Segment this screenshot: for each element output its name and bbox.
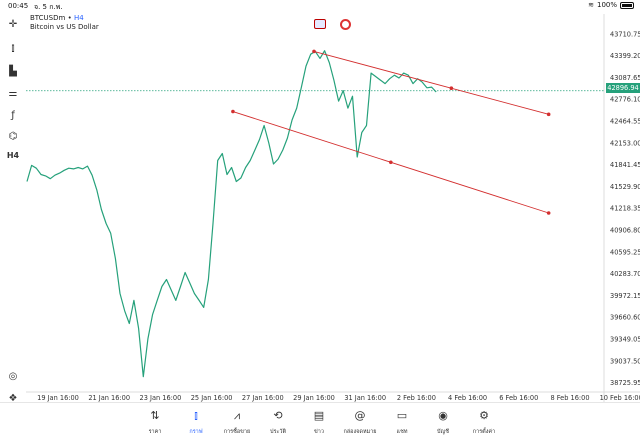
nav-mailbox[interactable]: @ กล่องจดหมาย: [338, 407, 382, 436]
trend-line-anchor: [231, 109, 235, 114]
time-tick-label: 23 Jan 16:00: [140, 394, 182, 402]
price-tick-label: 40906.80: [610, 227, 640, 235]
nav-chat[interactable]: ▭ แชท: [380, 407, 424, 436]
nav-label: ประวัติ: [269, 429, 287, 435]
price-tick-label: 43087.65: [610, 74, 640, 82]
chat-icon: ▭: [396, 409, 408, 422]
nav-label: แชท: [396, 429, 408, 435]
price-tick-label: 39037.50: [610, 357, 640, 365]
price-tick-label: 41218.35: [610, 205, 640, 213]
nav-trade[interactable]: ⩘ การซื้อขาย: [215, 407, 259, 436]
time-tick-label: 10 Feb 16:00: [600, 394, 640, 402]
trend-line-anchor: [546, 211, 551, 215]
nav-label: ราคา: [148, 429, 162, 435]
price-tick-label: 41529.90: [610, 183, 640, 191]
chart-icon: ⫾: [194, 409, 198, 422]
trend-line-anchor: [449, 86, 454, 91]
mailbox-icon: @: [354, 409, 366, 422]
settings-icon: ⚙: [479, 409, 489, 422]
time-tick-label: 6 Feb 16:00: [499, 394, 538, 402]
price-tick-label: 42153.00: [610, 139, 640, 147]
nav-label: บัญชี: [437, 429, 449, 435]
nav-chart[interactable]: ⫾ กราฟ: [174, 407, 218, 436]
nav-label: ข่าว: [314, 429, 324, 435]
history-icon: ⟲: [273, 409, 283, 422]
price-tick-label: 40283.70: [610, 270, 640, 278]
time-tick-label: 2 Feb 16:00: [397, 394, 436, 402]
time-tick-label: 29 Jan 16:00: [293, 394, 335, 402]
time-tick-label: 27 Jan 16:00: [242, 394, 284, 402]
nav-account[interactable]: ◉ บัญชี: [421, 407, 465, 436]
price-series-line: [26, 50, 437, 378]
time-tick-label: 21 Jan 16:00: [88, 394, 130, 402]
price-tick-label: 38725.95: [610, 379, 640, 387]
bottom-navigation: ⇅ ราคา ⫾ กราฟ ⩘ การซื้อขาย ⟲ ประวัติ ▤ ข่าว @ กล่อง…: [0, 402, 640, 447]
price-tick-label: 43399.20: [610, 52, 640, 60]
news-icon: ▤: [313, 409, 325, 422]
trend-line-anchor: [546, 112, 551, 117]
nav-history[interactable]: ⟲ ประวัติ: [256, 407, 300, 436]
price-chart[interactable]: 43710.75 43399.20 43087.65 42776.10 42464.55…: [0, 0, 640, 402]
price-tick-label: 43710.75: [610, 30, 640, 38]
price-tick-label: 39972.15: [610, 292, 640, 300]
time-tick-label: 31 Jan 16:00: [344, 394, 386, 402]
price-tick-label: 42464.55: [610, 118, 640, 126]
account-icon: ◉: [438, 409, 448, 422]
time-tick-label: 4 Feb 16:00: [448, 394, 487, 402]
nav-label: กราฟ: [189, 429, 203, 435]
trend-line-anchor: [389, 160, 393, 165]
nav-label: การซื้อขาย: [223, 429, 251, 435]
price-tick-label: 39660.60: [610, 314, 640, 322]
nav-quotes[interactable]: ⇅ ราคา: [133, 407, 177, 436]
nav-settings[interactable]: ⚙ การตั้งค่า: [462, 407, 506, 436]
time-tick-label: 25 Jan 16:00: [191, 394, 233, 402]
trend-line-anchor: [312, 49, 316, 54]
price-tick-label: 39349.05: [610, 335, 640, 343]
time-tick-label: 19 Jan 16:00: [37, 394, 79, 402]
nav-label: การตั้งค่า: [472, 429, 496, 435]
price-tick-label: 40595.25: [610, 248, 640, 256]
price-tick-label: 41841.45: [610, 161, 640, 169]
time-tick-label: 8 Feb 16:00: [550, 394, 589, 402]
price-tick-label: 42776.10: [610, 96, 640, 104]
quotes-icon: ⇅: [150, 409, 160, 422]
nav-label: กล่องจดหมาย: [343, 429, 377, 435]
current-price-tag: 42896.94: [606, 83, 640, 93]
trade-icon: ⩘: [233, 409, 241, 422]
nav-news[interactable]: ▤ ข่าว: [297, 407, 341, 436]
